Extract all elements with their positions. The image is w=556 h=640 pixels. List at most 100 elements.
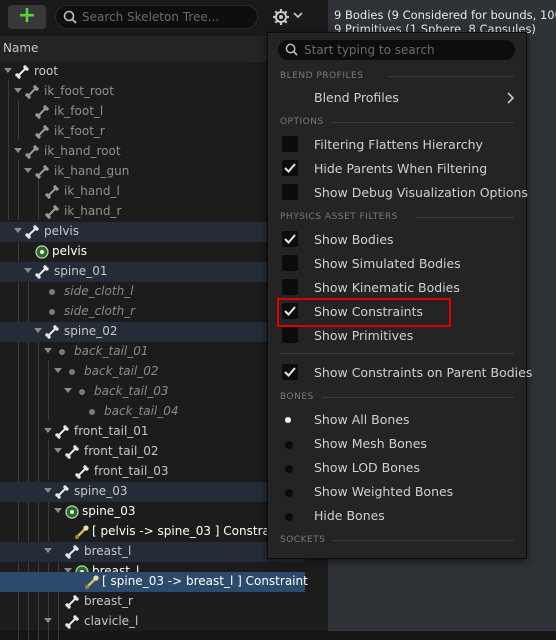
menu-item-show-constraints-on-parent-bodies[interactable]: Show Constraints on Parent Bodies xyxy=(268,361,532,385)
bone-icon xyxy=(24,84,40,100)
tree-row-breast-l[interactable]: breast_l xyxy=(0,542,305,562)
checkbox[interactable] xyxy=(282,327,298,343)
tree-row-constraint-spine03-breastl[interactable]: [ spine_03 -> breast_l ] Constraint xyxy=(0,572,308,592)
menu-item-show-primitives[interactable]: Show Primitives xyxy=(268,324,526,348)
checkbox[interactable] xyxy=(282,279,298,295)
tree-row-label: ik_hand_root xyxy=(44,144,121,158)
bone-icon xyxy=(14,64,30,80)
expand-arrow-icon[interactable] xyxy=(44,348,52,353)
tree-row-spine-03[interactable]: spine_03 xyxy=(0,482,305,502)
checkbox[interactable] xyxy=(282,255,298,271)
menu-item-hide-bones[interactable]: Hide Bones xyxy=(268,504,526,528)
bone-icon xyxy=(64,444,80,460)
menu-item-show-simulated-bodies[interactable]: Show Simulated Bodies xyxy=(268,252,526,276)
tree-row-label: ik_hand_l xyxy=(64,184,120,198)
expand-arrow-icon[interactable] xyxy=(4,68,12,73)
dot-icon xyxy=(79,389,85,395)
tree-row-ik-hand-r[interactable]: ik_hand_r xyxy=(0,202,305,222)
expand-arrow-icon[interactable] xyxy=(14,228,22,233)
bone-icon xyxy=(64,594,80,610)
menu-item-hide-parents-when-filtering[interactable]: Hide Parents When Filtering xyxy=(268,157,526,181)
expand-arrow-icon[interactable] xyxy=(24,168,32,173)
tree-row-front-tail-03[interactable]: front_tail_03 xyxy=(0,462,305,482)
chevron-down-icon[interactable] xyxy=(293,11,303,19)
menu-item-show-lod-bones[interactable]: Show LOD Bones xyxy=(268,456,526,480)
bone-icon xyxy=(34,264,50,280)
expand-arrow-icon[interactable] xyxy=(14,148,22,153)
tree-row-constraint-pelvis-spine03[interactable]: [ pelvis -> spine_03 ] Constraint xyxy=(0,522,305,542)
checkbox[interactable] xyxy=(282,136,298,152)
bone-icon xyxy=(34,164,50,180)
tree-row-front-tail-01[interactable]: front_tail_01 xyxy=(0,422,305,442)
checkbox[interactable] xyxy=(282,184,298,200)
tree-row-back-tail-02[interactable]: back_tail_02 xyxy=(0,362,305,382)
expand-arrow-icon[interactable] xyxy=(44,428,52,433)
expand-arrow-icon[interactable] xyxy=(44,618,52,623)
tree-row-label: pelvis xyxy=(52,244,88,258)
tree-row-pelvis-body[interactable]: pelvis xyxy=(0,242,305,262)
expand-arrow-icon[interactable] xyxy=(24,268,32,273)
bone-icon xyxy=(24,224,40,240)
expand-arrow-icon[interactable] xyxy=(54,508,62,513)
expand-arrow-icon[interactable] xyxy=(44,488,52,493)
tree-row-ik-foot-r[interactable]: ik_foot_r xyxy=(0,122,305,142)
checkbox-checked[interactable] xyxy=(282,160,298,176)
tree-row-ik-foot-l[interactable]: ik_foot_l xyxy=(0,102,305,122)
menu-search-input[interactable]: Start typing to search xyxy=(278,40,515,60)
radio[interactable] xyxy=(285,441,293,449)
menu-item-label: Show Kinematic Bodies xyxy=(314,280,460,295)
menu-item-show-debug-visualization[interactable]: Show Debug Visualization Options xyxy=(268,181,528,205)
tree-row-pelvis[interactable]: pelvis xyxy=(0,222,305,242)
tree-row-side-cloth-l[interactable]: side_cloth_l xyxy=(0,282,305,302)
tree-row-spine-01[interactable]: spine_01 xyxy=(0,262,305,282)
physics-body-icon xyxy=(65,505,79,519)
menu-item-filtering-flattens-hierarchy[interactable]: Filtering Flattens Hierarchy xyxy=(268,133,526,157)
section-physics-asset-filters: PHYSICS ASSET FILTERS xyxy=(280,212,398,222)
tree-row-root[interactable]: root xyxy=(0,62,305,82)
gear-icon[interactable] xyxy=(272,8,290,26)
menu-item-show-weighted-bones[interactable]: Show Weighted Bones xyxy=(268,480,526,504)
tree-row-front-tail-02[interactable]: front_tail_02 xyxy=(0,442,305,462)
expand-arrow-icon[interactable] xyxy=(64,388,72,393)
menu-divider xyxy=(280,353,514,354)
tree-row-label: spine_03 xyxy=(82,504,136,518)
expand-arrow-icon[interactable] xyxy=(54,368,62,373)
menu-item-show-kinematic-bodies[interactable]: Show Kinematic Bodies xyxy=(268,276,526,300)
menu-item-show-mesh-bones[interactable]: Show Mesh Bones xyxy=(268,432,526,456)
tree-row-ik-hand-root[interactable]: ik_hand_root xyxy=(0,142,305,162)
tree-row-spine-02[interactable]: spine_02 xyxy=(0,322,305,342)
tree-row-clavicle-l[interactable]: clavicle_l xyxy=(0,612,305,632)
search-icon xyxy=(285,43,298,56)
highlight-box xyxy=(277,298,451,327)
tree-row-back-tail-01[interactable]: back_tail_01 xyxy=(0,342,305,362)
tree-row-label: [ spine_03 -> breast_l ] Constraint xyxy=(102,574,308,588)
tree-row-back-tail-04[interactable]: back_tail_04 xyxy=(0,402,305,422)
expand-arrow-icon[interactable] xyxy=(44,548,52,553)
expand-arrow-icon[interactable] xyxy=(34,328,42,333)
radio[interactable] xyxy=(285,489,293,497)
bone-icon xyxy=(44,324,60,340)
search-icon xyxy=(63,10,77,24)
tree-row-ik-foot-root[interactable]: ik_foot_root xyxy=(0,82,305,102)
skeleton-search-input[interactable]: Search Skeleton Tree... xyxy=(55,5,258,29)
radio[interactable] xyxy=(285,513,293,521)
checkbox-checked[interactable] xyxy=(282,231,298,247)
checkbox-checked[interactable] xyxy=(282,364,298,380)
menu-item-show-all-bones[interactable]: Show All Bones xyxy=(268,408,526,432)
physics-body-icon xyxy=(35,245,49,259)
tree-row-back-tail-03[interactable]: back_tail_03 xyxy=(0,382,305,402)
menu-item-show-bodies[interactable]: Show Bodies xyxy=(268,228,526,252)
tree-row-side-cloth-r[interactable]: side_cloth_r xyxy=(0,302,305,322)
bone-icon xyxy=(34,124,50,140)
tree-row-ik-hand-l[interactable]: ik_hand_l xyxy=(0,182,305,202)
tree-row-label: side_cloth_l xyxy=(64,284,134,298)
expand-arrow-icon[interactable] xyxy=(14,88,22,93)
menu-item-blend-profiles[interactable]: Blend Profiles xyxy=(268,86,526,110)
add-button[interactable]: + xyxy=(8,5,46,29)
tree-row-breast-r[interactable]: breast_r xyxy=(0,592,305,612)
radio[interactable] xyxy=(285,465,293,473)
tree-row-ik-hand-gun[interactable]: ik_hand_gun xyxy=(0,162,305,182)
radio-selected[interactable] xyxy=(285,417,291,423)
tree-row-spine-03-body[interactable]: spine_03 xyxy=(0,502,305,522)
expand-arrow-icon[interactable] xyxy=(54,448,62,453)
